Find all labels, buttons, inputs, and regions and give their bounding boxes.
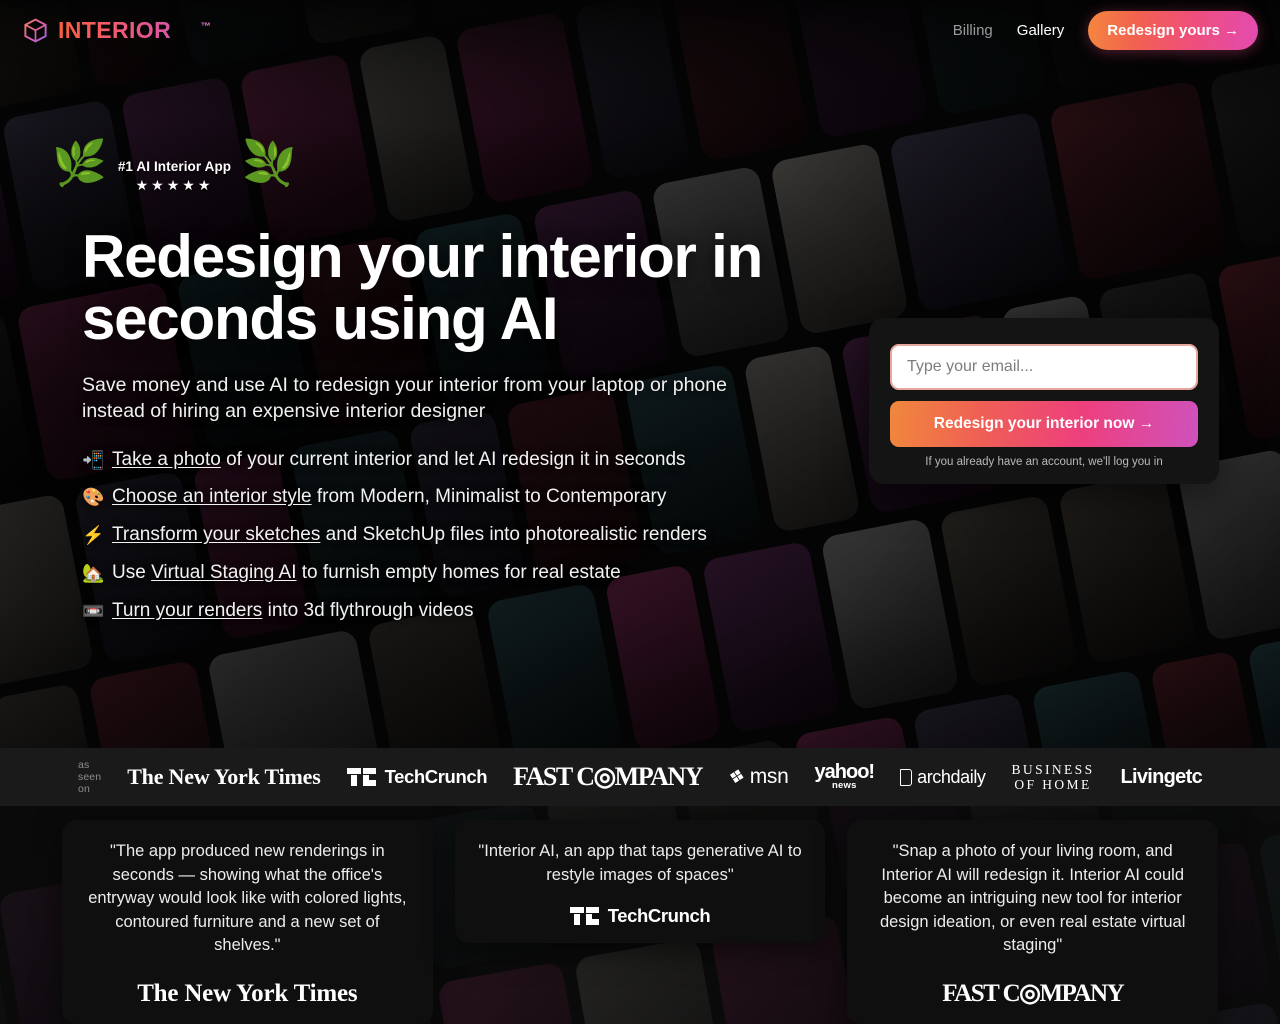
hero-feature-rest: from Modern, Minimalist to Contemporary [311,486,667,508]
hero-feature-text: Transform your sketches and SketchUp fil… [112,524,707,547]
press-logo-yahoo-news-text: news [832,779,857,791]
press-logo-boh-line1: BUSINESS [1011,761,1095,777]
cube-icon [24,18,47,42]
signup-card: Redesign your interior now → If you alre… [869,318,1219,484]
award-badge: 🌿 🌿 #1 AI Interior App ★★★★★ [52,139,297,204]
testimonial-card: "Interior AI, an app that taps generativ… [454,820,826,944]
hero-headline: Redesign your interior in seconds using … [82,223,763,353]
hero-feature-lead: Use [112,562,152,584]
hero-section: 🌿 🌿 #1 AI Interior App ★★★★★ Redesign yo… [0,0,1280,623]
hero-subheadline: Save money and use AI to redesign your i… [82,373,727,422]
press-bar: as seen on The New York Times TechCrunch… [0,748,1280,806]
signup-fine-print: If you already have an account, we'll lo… [925,456,1163,468]
mobile-phone-with-arrow-icon: 📲 [82,449,105,470]
press-logo-livingetc: Livingetc [1120,765,1203,788]
award-badge-label: #1 AI Interior App [117,158,232,174]
page-root: INTERIOR AI™ Billing Gallery Redesign yo… [0,0,1280,1024]
site-header: INTERIOR AI™ Billing Gallery Redesign yo… [0,0,1280,60]
videocassette-icon: 📼 [82,600,105,621]
hero-feature-rest: and SketchUp files into photorealistic r… [320,524,707,546]
hero-feature-link[interactable]: Virtual Staging AI [151,562,296,583]
press-logo-business-of-home: BUSINESS OF HOME [1012,762,1095,792]
hero-feature-link[interactable]: Choose an interior style [112,486,312,507]
hero-feature-rest: into 3d flythrough videos [262,599,474,621]
press-logo-archdaily-text: archdaily [917,766,986,787]
hero-feature-item: 🏡 Use Virtual Staging AI to furnish empty… [82,562,1280,585]
testimonial-quote: "The app produced new renderings in seco… [88,842,407,955]
testimonial-quote: "Snap a photo of your living room, and I… [879,842,1186,955]
hero-feature-item: ⚡ Transform your sketches and SketchUp fi… [82,524,1280,547]
logo-text: INTERIOR AI™ [58,17,211,44]
testimonial-card-list: "The app produced new renderings in seco… [0,806,1280,1024]
hero-feature-text: Take a photo of your current interior an… [112,449,686,472]
hero-feature-item: 🎨 Choose an interior style from Modern, M… [82,486,1280,509]
techcrunch-mark-icon [569,907,600,926]
laurel-wreath-left-icon: 🌿 [52,139,107,188]
testimonial-source-text: The New York Times [137,980,358,1007]
email-input[interactable] [890,344,1198,390]
press-logo-techcrunch: TechCrunch [346,766,488,788]
hero-feature-text: Choose an interior style from Modern, Mi… [112,486,666,509]
testimonial-source-logo: TechCrunch [569,887,711,927]
testimonial-source-text: FAST C◎MPANY [942,980,1124,1007]
high-voltage-icon: ⚡ [82,525,105,546]
hero-feature-link[interactable]: Turn your renders [112,600,262,621]
hero-feature-link[interactable]: Transform your sketches [112,524,320,545]
hero-feature-rest: to furnish empty homes for real estate [296,562,621,584]
press-logo-fast-company: FAST C◎MPANY [513,762,703,791]
artist-palette-icon: 🎨 [82,487,105,508]
nav-item-billing[interactable]: Billing [953,22,993,39]
msn-butterfly-icon: ❖ [725,764,747,790]
house-with-garden-icon: 🏡 [82,563,105,584]
testimonials-section: "The app produced new renderings in seco… [0,806,1280,1024]
techcrunch-mark-icon [346,768,377,786]
press-logo-msn-text: msn [749,765,789,788]
submit-redesign-button[interactable]: Redesign your interior now → [890,401,1198,447]
logo-trademark: ™ [200,20,212,32]
main-nav: Billing Gallery Redesign yours → [953,10,1258,50]
testimonial-card: "Snap a photo of your living room, and I… [847,820,1219,1024]
laurel-wreath-right-icon: 🌿 [242,139,297,188]
hero-feature-item: 📼 Turn your renders into 3d flythrough vi… [82,600,1280,623]
hero-feature-text: Turn your renders into 3d flythrough vid… [112,600,474,623]
logo-text-ai: AI [177,16,201,43]
hero-feature-text: Use Virtual Staging AI to furnish empty … [112,562,621,585]
logo-text-main: INTERIOR [58,16,172,43]
press-logo-yahoo-news: yahoo! news [815,762,876,791]
press-logo-archdaily: archdaily [900,766,986,788]
testimonial-card: "The app produced new renderings in seco… [62,820,433,1024]
testimonial-source-logo: FAST C◎MPANY [942,960,1124,1008]
archdaily-mark-icon [900,768,913,786]
press-logo-msn: ❖ msn [725,764,789,790]
award-badge-stars: ★★★★★ [135,176,214,193]
nav-item-gallery[interactable]: Gallery [1017,22,1065,39]
as-seen-on-label: as seen on [78,759,102,795]
testimonial-source-logo: The New York Times [137,962,357,1008]
press-logo-the-new-york-times: The New York Times [127,764,321,789]
logo[interactable]: INTERIOR AI™ [22,17,211,44]
hero-feature-link[interactable]: Take a photo [112,449,221,470]
hero-feature-rest: of your current interior and let AI rede… [220,448,686,470]
testimonial-source-text: TechCrunch [607,905,711,927]
testimonial-quote: "Interior AI, an app that taps generativ… [478,842,802,884]
press-logo-boh-line2: OF HOME [1014,777,1092,792]
header-redesign-button[interactable]: Redesign yours → [1088,10,1258,50]
press-logo-techcrunch-text: TechCrunch [384,766,488,787]
